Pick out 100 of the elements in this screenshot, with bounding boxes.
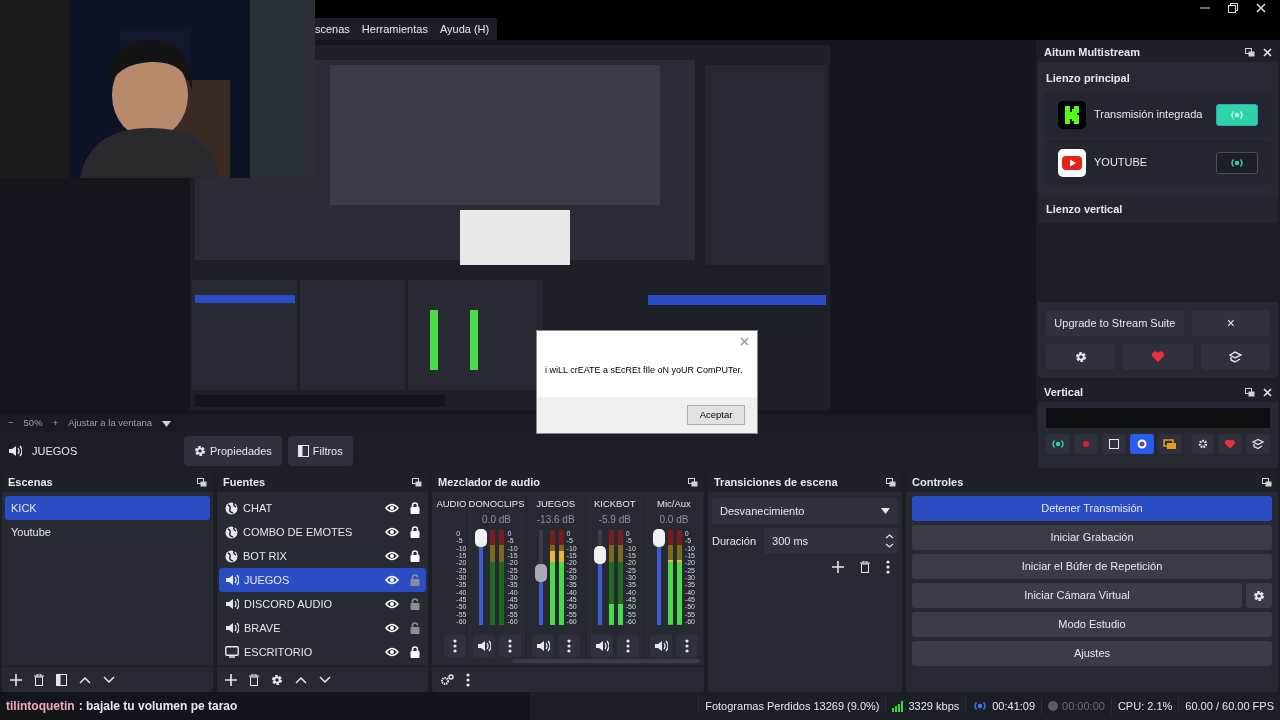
undock-icon[interactable] — [197, 477, 207, 487]
source-item[interactable]: JUEGOS — [219, 568, 426, 592]
more-icon[interactable] — [684, 639, 689, 653]
dropdown-caret-icon[interactable] — [881, 508, 890, 514]
spinner-arrows-icon[interactable] — [885, 533, 894, 549]
stop-button[interactable] — [1101, 434, 1126, 454]
panel-title: Transiciones de escena — [714, 474, 838, 490]
heart-button[interactable] — [1218, 434, 1243, 454]
scene-item[interactable]: KICK — [5, 496, 210, 520]
channel-menu-button[interactable] — [557, 635, 580, 657]
lock-icon[interactable] — [410, 646, 420, 658]
settings-icon[interactable] — [271, 673, 283, 686]
overlapping-windows-icon[interactable] — [1161, 439, 1178, 449]
control-button[interactable]: Iniciar el Búfer de Repetición — [912, 554, 1272, 579]
more-icon[interactable] — [453, 639, 458, 653]
mute-button[interactable] — [472, 635, 495, 657]
dropdown-caret-icon[interactable] — [162, 420, 172, 427]
control-button[interactable]: Iniciar Cámara Virtual — [912, 583, 1242, 608]
trash-icon[interactable] — [860, 561, 870, 573]
undock-icon[interactable] — [412, 477, 422, 487]
menu-item[interactable]: scenas — [315, 20, 350, 38]
heart-button[interactable] — [1123, 344, 1193, 370]
more-icon[interactable] — [507, 639, 512, 653]
undock-icon[interactable] — [1245, 387, 1255, 397]
visibility-eye-icon[interactable] — [385, 575, 399, 585]
visibility-eye-icon[interactable] — [385, 503, 399, 513]
stream-toggle-button[interactable] — [1216, 103, 1258, 126]
mute-button[interactable] — [531, 635, 554, 657]
control-button[interactable]: Iniciar Grabación — [912, 525, 1272, 550]
zoom-out-button[interactable]: − — [8, 416, 14, 431]
visibility-eye-icon[interactable] — [385, 599, 399, 609]
channel-menu-button[interactable] — [675, 635, 698, 657]
more-icon[interactable] — [886, 560, 890, 574]
menu-item[interactable]: Herramientas — [361, 20, 428, 38]
settings-button[interactable] — [1191, 434, 1215, 454]
lock-icon[interactable] — [410, 550, 420, 562]
replay-button[interactable] — [1129, 434, 1154, 454]
lock-icon[interactable] — [410, 502, 420, 514]
menu-item[interactable]: Ayuda (H) — [439, 20, 490, 38]
settings-icon[interactable] — [440, 673, 454, 686]
undock-icon[interactable] — [688, 477, 698, 487]
slider-thumb[interactable] — [534, 564, 547, 583]
visibility-eye-icon[interactable] — [385, 551, 399, 561]
source-item[interactable]: BRAVE — [219, 616, 426, 640]
trash-icon[interactable] — [249, 673, 259, 686]
dismiss-button[interactable]: × — [1191, 310, 1270, 336]
more-icon[interactable] — [466, 672, 470, 687]
scene-button[interactable] — [1157, 434, 1182, 454]
add-icon[interactable] — [10, 673, 22, 686]
zoom-in-button[interactable]: + — [52, 416, 59, 431]
source-item[interactable]: COMBO DE EMOTES — [219, 520, 426, 544]
heart-icon[interactable] — [1151, 351, 1165, 363]
selected-source-name: JUEGOS — [31, 443, 79, 459]
filter-icon[interactable] — [56, 673, 67, 686]
mute-button[interactable] — [590, 635, 613, 657]
speaker-icon — [225, 574, 239, 586]
shield-icon[interactable] — [1228, 351, 1242, 363]
channel-menu-button[interactable] — [498, 635, 521, 657]
panel-title: Controles — [912, 474, 964, 490]
slider-thumb[interactable] — [475, 529, 488, 547]
more-icon[interactable] — [566, 639, 571, 653]
camera-settings-button[interactable] — [1246, 583, 1272, 608]
control-button[interactable]: Modo Estudio — [912, 612, 1272, 637]
add-icon[interactable] — [832, 561, 844, 573]
shield-button[interactable] — [1200, 344, 1270, 370]
properties-button[interactable]: Propiedades — [184, 436, 282, 466]
restore-icon[interactable] — [1228, 3, 1238, 13]
transition-dropdown[interactable]: Desvanecimiento — [712, 498, 898, 524]
channel-menu-button[interactable] — [444, 635, 467, 657]
stream-toggle-button[interactable] — [1216, 151, 1258, 174]
slider-thumb[interactable] — [652, 529, 665, 547]
settings-button[interactable] — [1046, 344, 1116, 370]
mute-button[interactable] — [649, 635, 672, 657]
undock-icon[interactable] — [1245, 47, 1255, 57]
channel-menu-button[interactable] — [616, 635, 639, 657]
filters-button[interactable]: Filtros — [287, 436, 353, 466]
control-button[interactable]: Detener Transmisión — [912, 496, 1272, 521]
control-button[interactable]: Ajustes — [912, 641, 1272, 666]
more-icon[interactable] — [625, 639, 630, 653]
shield-button[interactable] — [1246, 434, 1271, 454]
fit-window-option[interactable]: Ajustar a la ventana — [68, 416, 153, 431]
ok-button[interactable]: Aceptar — [687, 405, 745, 425]
scene-item[interactable]: Youtube — [5, 520, 210, 544]
visibility-eye-icon[interactable] — [385, 623, 399, 633]
stream-button[interactable] — [1046, 434, 1070, 454]
duration-field[interactable]: 300 ms — [764, 528, 898, 554]
trash-icon[interactable] — [34, 673, 44, 686]
undock-icon[interactable] — [886, 477, 896, 487]
visibility-eye-icon[interactable] — [385, 527, 399, 537]
upgrade-button[interactable]: Upgrade to Stream Suite — [1046, 310, 1184, 336]
lock-icon[interactable] — [410, 526, 420, 538]
source-item[interactable]: ESCRITORIO — [219, 640, 426, 664]
broadcast-icon[interactable] — [1050, 439, 1066, 449]
slider-thumb[interactable] — [593, 546, 606, 565]
undock-icon[interactable] — [1262, 477, 1272, 487]
visibility-eye-icon[interactable] — [385, 647, 399, 657]
source-item[interactable]: BOT RIX — [219, 544, 426, 568]
source-item[interactable]: DISCORD AUDIO — [219, 592, 426, 616]
source-item[interactable]: CHAT — [219, 496, 426, 520]
add-icon[interactable] — [225, 673, 237, 686]
